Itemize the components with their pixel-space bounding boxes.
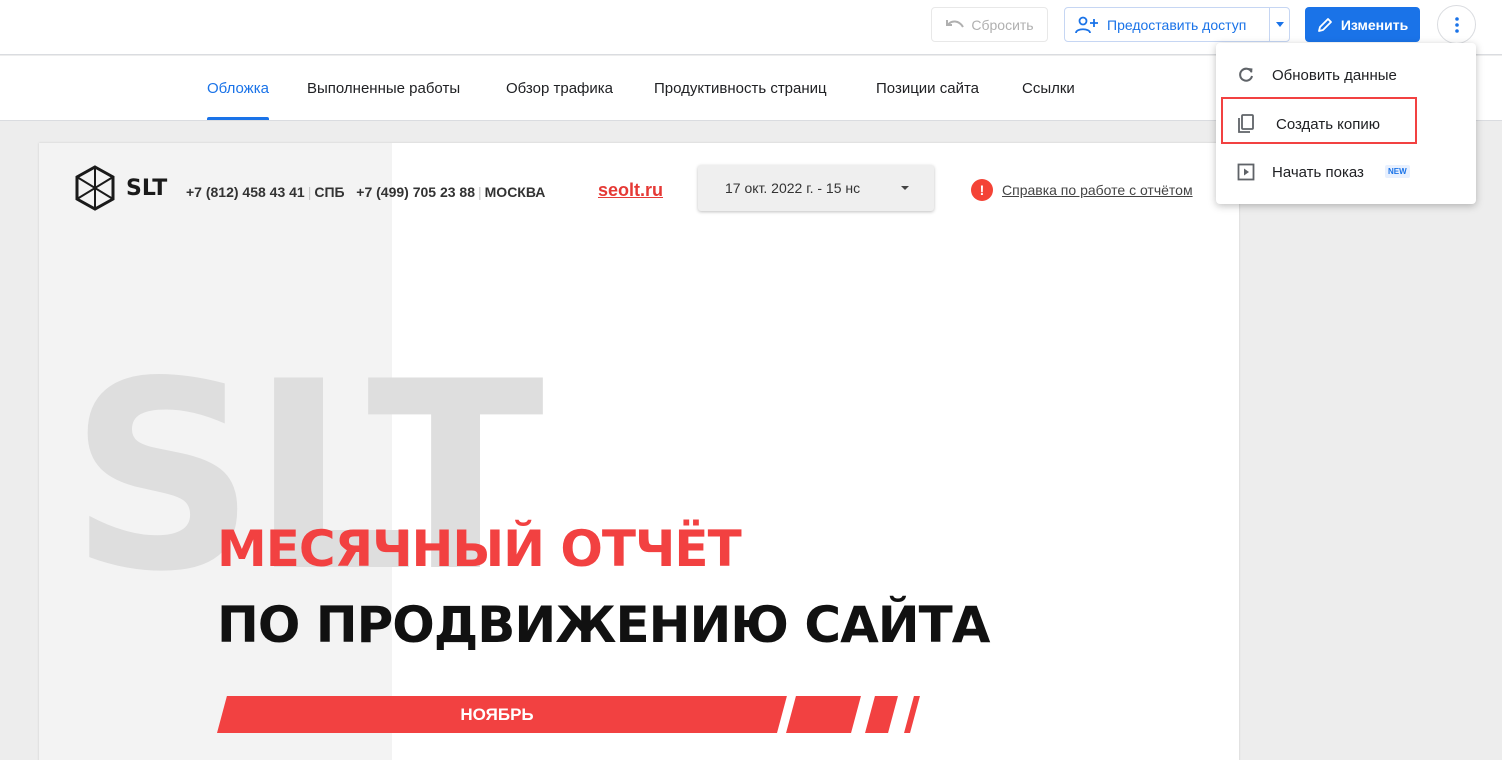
tab-completed-work[interactable]: Выполненные работы [307,56,460,120]
menu-item-label: Обновить данные [1272,66,1397,84]
reset-label: Сбросить [971,16,1034,33]
menu-item-label: Начать показ [1272,163,1364,181]
separator: | [307,184,312,200]
tab-site-positions[interactable]: Позиции сайта [876,56,979,120]
logo-text: SLT [126,175,168,201]
help-link-text: Справка по работе с отчётом [1002,182,1193,198]
city-spb: СПБ [314,184,345,200]
date-range-value: 17 окт. 2022 г. - 15 нс [725,180,861,196]
info-alert-icon: ! [971,179,993,201]
report-title-line2: ПО ПРОДВИЖЕНИЮ САЙТА [217,596,990,654]
pencil-icon [1317,17,1332,32]
refresh-icon [1236,65,1256,85]
menu-item-start-presentation[interactable]: Начать показ NEW [1216,149,1476,195]
site-link[interactable]: seolt.ru [598,180,663,201]
phone-msk[interactable]: +7 (499) 705 23 88 [356,184,475,200]
share-button-main[interactable]: Предоставить доступ [1065,8,1269,41]
tab-cover[interactable]: Обложка [207,56,269,120]
company-logo: SLT [74,165,167,211]
highlight-frame [1221,97,1417,144]
ribbon-stripe [904,696,920,733]
dropdown-arrow-icon [901,186,909,190]
more-vert-icon [1454,16,1459,33]
cube-logo-icon [75,165,115,211]
city-msk: МОСКВА [484,184,546,200]
new-badge: NEW [1385,165,1410,178]
share-button[interactable]: Предоставить доступ [1064,7,1290,42]
caret-down-icon [1275,22,1284,27]
separator: | [478,184,482,200]
edit-label: Изменить [1340,16,1409,33]
present-icon [1236,162,1256,182]
edit-button[interactable]: Изменить [1305,7,1420,42]
undo-icon [946,19,965,28]
tab-traffic-overview[interactable]: Обзор трафика [506,56,613,120]
report-canvas: SLT SLT +7 (812) 458 43 41 | СПБ +7 (499) … [39,143,1239,760]
tab-links[interactable]: Ссылки [1022,56,1075,120]
reset-button[interactable]: Сбросить [931,7,1048,42]
ribbon-stripe [786,696,861,733]
more-options-button[interactable] [1437,5,1476,44]
phone-spb[interactable]: +7 (812) 458 43 41 [186,184,305,200]
share-dropdown-toggle[interactable] [1269,8,1289,41]
help-link[interactable]: ! Справка по работе с отчётом [971,179,1193,201]
ribbon-stripe [865,696,898,733]
share-label: Предоставить доступ [1107,16,1247,33]
add-person-icon [1075,16,1098,33]
menu-item-refresh-data[interactable]: Обновить данные [1216,52,1476,98]
date-range-picker[interactable]: 17 окт. 2022 г. - 15 нс [698,165,934,211]
tab-page-productivity[interactable]: Продуктивность страниц [654,56,827,120]
report-title-line1: МЕСЯЧНЫЙ ОТЧЁТ [217,520,742,578]
month-label: НОЯБРЬ [460,704,534,724]
contacts-line: +7 (812) 458 43 41 | СПБ +7 (499) 705 23 8… [186,184,545,200]
